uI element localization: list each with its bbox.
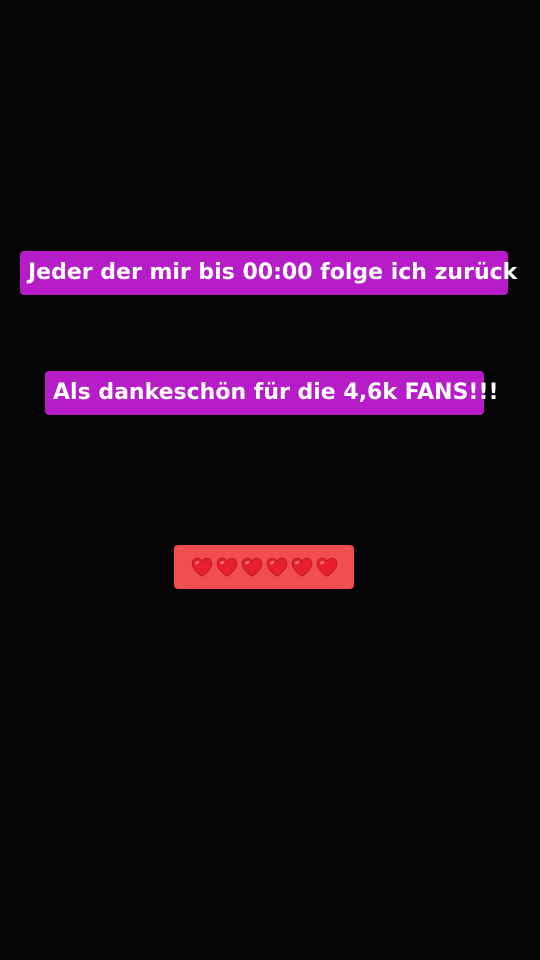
heart-icon bbox=[241, 557, 262, 577]
caption-follow-back: Jeder der mir bis 00:00 folge ich zurück bbox=[20, 251, 517, 295]
heart-icon bbox=[291, 557, 312, 577]
heart-icon bbox=[216, 557, 237, 577]
heart-icon bbox=[191, 557, 212, 577]
hearts-sticker bbox=[174, 545, 354, 589]
heart-icon bbox=[316, 557, 337, 577]
video-frame: Jeder der mir bis 00:00 folge ich zurück… bbox=[0, 0, 540, 960]
caption-thank-you-fans: Als dankeschön für die 4,6k FANS!!! bbox=[45, 371, 499, 415]
heart-icon bbox=[266, 557, 287, 577]
